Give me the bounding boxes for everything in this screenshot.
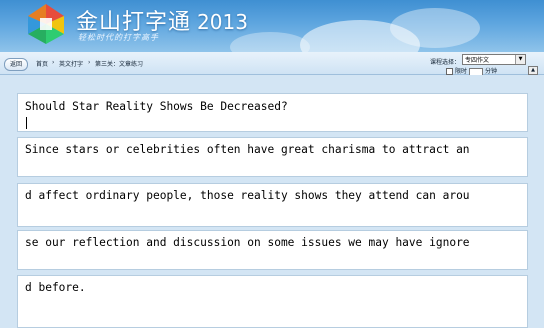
- back-button[interactable]: 返回: [4, 58, 28, 71]
- practice-area: Should Star Reality Shows Be Decreased? …: [0, 75, 544, 328]
- kingsoft-logo-icon: [28, 4, 64, 44]
- breadcrumb-home[interactable]: 首页: [36, 59, 48, 68]
- text-caret: [26, 117, 27, 129]
- timer-checkbox[interactable]: [446, 68, 453, 75]
- practice-title-line: Should Star Reality Shows Be Decreased?: [25, 100, 288, 113]
- breadcrumb-separator: ›: [88, 59, 91, 66]
- practice-title-box[interactable]: Should Star Reality Shows Be Decreased?: [17, 93, 528, 132]
- practice-line-box[interactable]: se our reflection and discussion on some…: [17, 230, 528, 270]
- header-cloud: [390, 8, 480, 48]
- app-slogan: 轻松时代的打字高手: [78, 33, 159, 42]
- course-select-value: 专四作文: [465, 57, 490, 64]
- breadcrumb-english-typing[interactable]: 英文打字: [59, 59, 83, 68]
- practice-line: se our reflection and discussion on some…: [25, 236, 470, 249]
- timer-spin-icon[interactable]: ▲: [528, 66, 538, 75]
- toolbar: 返回 首页 › 英文打字 › 第三关：文章练习 课程选择： 专四作文 ▼ 限时 分…: [0, 52, 544, 76]
- breadcrumb-separator: ›: [52, 59, 55, 66]
- app-header: 金山打字通 2013 轻松时代的打字高手: [0, 0, 544, 52]
- practice-line: Since stars or celebrities often have gr…: [25, 143, 470, 156]
- timer-label: 限时: [455, 68, 468, 75]
- practice-line-box[interactable]: d affect ordinary people, those reality …: [17, 183, 528, 227]
- chevron-down-icon[interactable]: ▼: [515, 55, 525, 64]
- practice-line-box[interactable]: Since stars or celebrities often have gr…: [17, 137, 528, 177]
- practice-line: d before.: [25, 281, 86, 294]
- practice-line-box[interactable]: d before.: [17, 275, 528, 328]
- practice-line: d affect ordinary people, those reality …: [25, 189, 470, 202]
- course-select[interactable]: 专四作文 ▼: [462, 54, 526, 65]
- brand-year: 2013: [197, 10, 248, 34]
- timer-unit: 分钟: [485, 68, 498, 75]
- breadcrumb-current: 第三关：文章练习: [95, 61, 144, 68]
- course-label: 课程选择：: [430, 59, 461, 66]
